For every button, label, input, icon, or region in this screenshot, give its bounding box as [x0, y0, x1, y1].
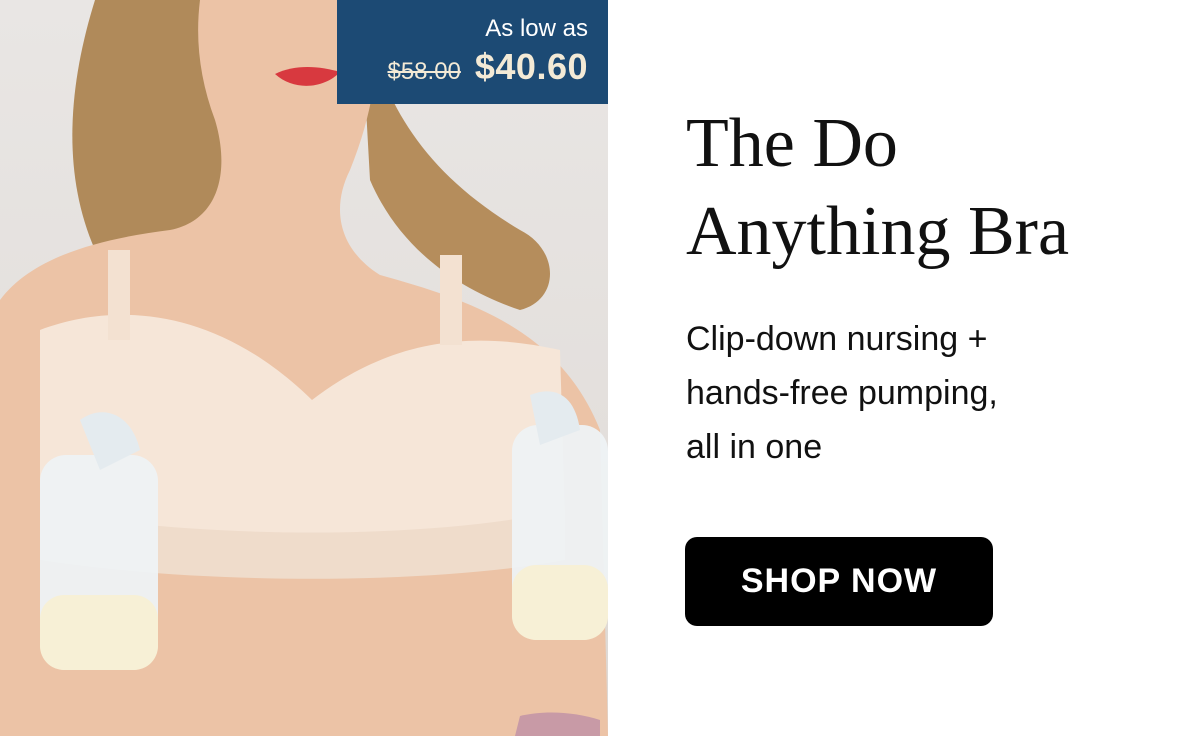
price-row: $58.00 $40.60 [357, 46, 588, 88]
product-title-line-2: Anything Bra [686, 193, 1070, 270]
sale-price: $40.60 [474, 46, 588, 87]
original-price: $58.00 [387, 58, 461, 85]
promo-banner: As low as $58.00 $40.60 The Do Anything … [0, 0, 1200, 736]
product-description: Clip-down nursing + hands-free pumping, … [686, 312, 1106, 474]
product-title-line-1: The Do [686, 105, 898, 182]
description-line-2: hands-free pumping, [686, 374, 998, 412]
text-panel: The Do Anything Bra Clip-down nursing + … [686, 100, 1166, 474]
description-line-1: Clip-down nursing + [686, 320, 988, 358]
model-illustration [0, 0, 608, 736]
product-title: The Do Anything Bra [686, 100, 1166, 276]
shop-now-button[interactable]: SHOP NOW [685, 537, 993, 626]
price-badge: As low as $58.00 $40.60 [337, 0, 608, 104]
description-line-3: all in one [686, 428, 823, 466]
price-label: As low as [485, 15, 588, 42]
product-photo [0, 0, 608, 736]
